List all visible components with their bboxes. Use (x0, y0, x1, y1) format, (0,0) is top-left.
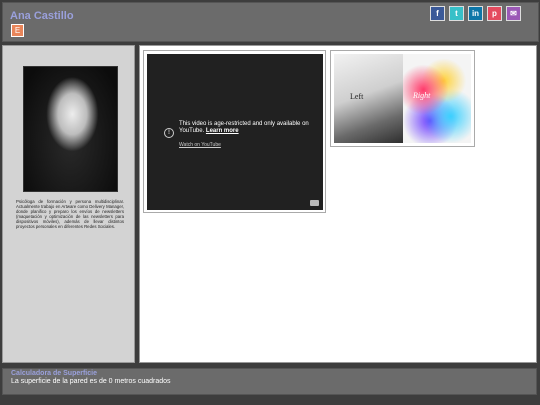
pinterest-icon[interactable]: p (487, 6, 502, 21)
image-card: Left Right (330, 50, 475, 147)
left-brain-half (334, 54, 403, 143)
email-icon[interactable]: ✉ (506, 6, 521, 21)
site-title[interactable]: Ana Castillo (10, 10, 74, 22)
alert-icon: ! (164, 128, 174, 138)
linkedin-icon[interactable]: in (468, 6, 483, 21)
calculator-result: La superficie de la pared es de 0 metros… (11, 378, 171, 385)
main-content: ! This video is age-restricted and only … (139, 45, 537, 363)
social-links: f t in p ✉ (430, 6, 521, 21)
watch-on-youtube-link[interactable]: Watch on YouTube (179, 142, 221, 148)
image-left-word: Left (350, 92, 364, 101)
menu-button[interactable]: E (11, 24, 24, 37)
age-restricted-message: This video is age-restricted and only av… (179, 121, 313, 135)
facebook-icon[interactable]: f (430, 6, 445, 21)
image-right-word: Right (413, 91, 431, 100)
youtube-logo-icon[interactable] (310, 200, 319, 206)
calculator-footer: Calculadora de Superficie La superficie … (2, 368, 537, 395)
calculator-title: Calculadora de Superficie (11, 370, 97, 377)
learn-more-link[interactable]: Learn more (206, 128, 239, 134)
profile-photo (23, 66, 118, 192)
profile-bio: Psicóloga de formación y persona multidi… (16, 199, 124, 229)
youtube-embed[interactable]: ! This video is age-restricted and only … (147, 54, 323, 210)
profile-sidebar: Psicóloga de formación y persona multidi… (2, 45, 135, 363)
twitter-icon[interactable]: t (449, 6, 464, 21)
site-header: Ana Castillo E f t in p ✉ (2, 2, 539, 42)
video-card: ! This video is age-restricted and only … (143, 50, 326, 213)
age-restricted-text: This video is age-restricted and only av… (179, 121, 309, 134)
left-right-brain-image[interactable]: Left Right (334, 54, 471, 143)
